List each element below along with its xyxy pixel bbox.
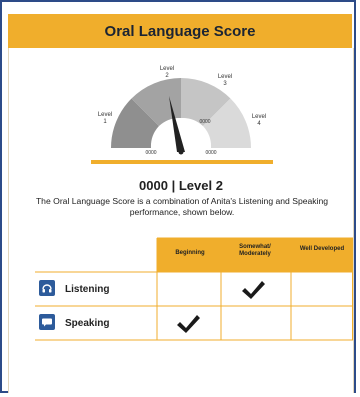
oral-language-score-card: Oral Language Score Level 1 Level 2 Level 3…: [0, 0, 356, 393]
column-header-somewhat: Somewhat/ Moderately: [239, 244, 271, 257]
performance-matrix: [35, 237, 353, 341]
card-title: Oral Language Score: [104, 22, 256, 40]
column-header-well-developed: Well Developed: [299, 246, 345, 252]
headphones-icon: [39, 280, 55, 296]
score-panel: Level 1 Level 2 Level 3 Level 4 0000 0000 00…: [8, 48, 354, 393]
listening-check-icon: [242, 281, 265, 299]
column-header-beginning: Beginning: [175, 250, 205, 256]
row-label-speaking: Speaking: [65, 318, 110, 329]
card-header: Oral Language Score: [8, 14, 352, 48]
speaking-check-icon: [177, 315, 200, 333]
row-label-listening: Listening: [65, 284, 110, 295]
speech-bubble-icon: [39, 314, 55, 330]
